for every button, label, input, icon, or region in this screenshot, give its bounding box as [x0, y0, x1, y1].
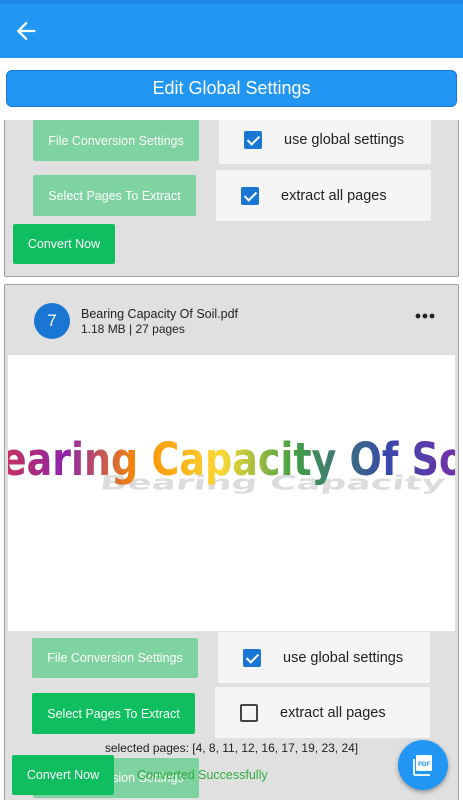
more-horizontal-icon[interactable] — [414, 311, 436, 321]
convert-now-button[interactable]: Convert Now — [12, 755, 114, 795]
file-card: File Conversion Settings use global sett… — [4, 120, 459, 277]
use-global-settings-option[interactable]: use global settings — [219, 120, 431, 164]
pdf-fab-button[interactable]: PDF — [398, 740, 448, 790]
svg-text:PDF: PDF — [418, 762, 430, 768]
extract-all-checkbox[interactable] — [240, 703, 258, 722]
use-global-label: use global settings — [283, 649, 404, 666]
select-pages-button[interactable]: Select Pages To Extract — [33, 175, 196, 216]
use-global-checkbox[interactable] — [244, 130, 262, 149]
convert-now-button[interactable]: Convert Now — [13, 224, 115, 264]
extract-all-label: extract all pages — [280, 704, 386, 721]
status-bar — [0, 0, 463, 4]
file-conversion-settings-button[interactable]: File Conversion Settings — [33, 120, 199, 161]
file-conversion-settings-button-2[interactable]: File Conversion Settings — [32, 638, 198, 678]
use-global-checkbox[interactable] — [243, 648, 261, 667]
pdf-preview[interactable]: Bearing Capacity Of Soil Bearing Capacit… — [0, 355, 463, 631]
file-meta: 1.18 MB | 27 pages — [81, 322, 185, 336]
extract-all-pages-option[interactable]: extract all pages — [216, 170, 431, 221]
preview-wordart: Bearing Capacity Of Soil Bearing Capacit… — [0, 433, 463, 495]
preview-title: Bearing Capacity Of Soil — [8, 433, 455, 486]
pdf-icon: PDF — [413, 755, 432, 776]
extract-all-checkbox[interactable] — [241, 186, 259, 205]
file-header: 7 Bearing Capacity Of Soil.pdf 1.18 MB |… — [9, 285, 456, 351]
file-name: Bearing Capacity Of Soil.pdf — [81, 307, 239, 321]
extract-all-label: extract all pages — [281, 187, 387, 204]
select-pages-button[interactable]: Select Pages To Extract — [32, 693, 195, 734]
use-global-settings-option[interactable]: use global settings — [218, 632, 430, 683]
conversion-status: Converted Successfully — [137, 768, 268, 782]
edit-global-settings-button[interactable]: Edit Global Settings — [6, 70, 457, 107]
extract-all-pages-option[interactable]: extract all pages — [215, 687, 430, 738]
file-list[interactable]: File Conversion Settings use global sett… — [0, 120, 463, 800]
app-bar — [0, 0, 463, 58]
use-global-label: use global settings — [284, 131, 405, 148]
selected-pages-text: selected pages: [4, 8, 11, 12, 16, 17, 1… — [104, 741, 359, 755]
arrow-left-icon[interactable] — [12, 17, 40, 45]
file-index-badge: 7 — [34, 303, 70, 339]
